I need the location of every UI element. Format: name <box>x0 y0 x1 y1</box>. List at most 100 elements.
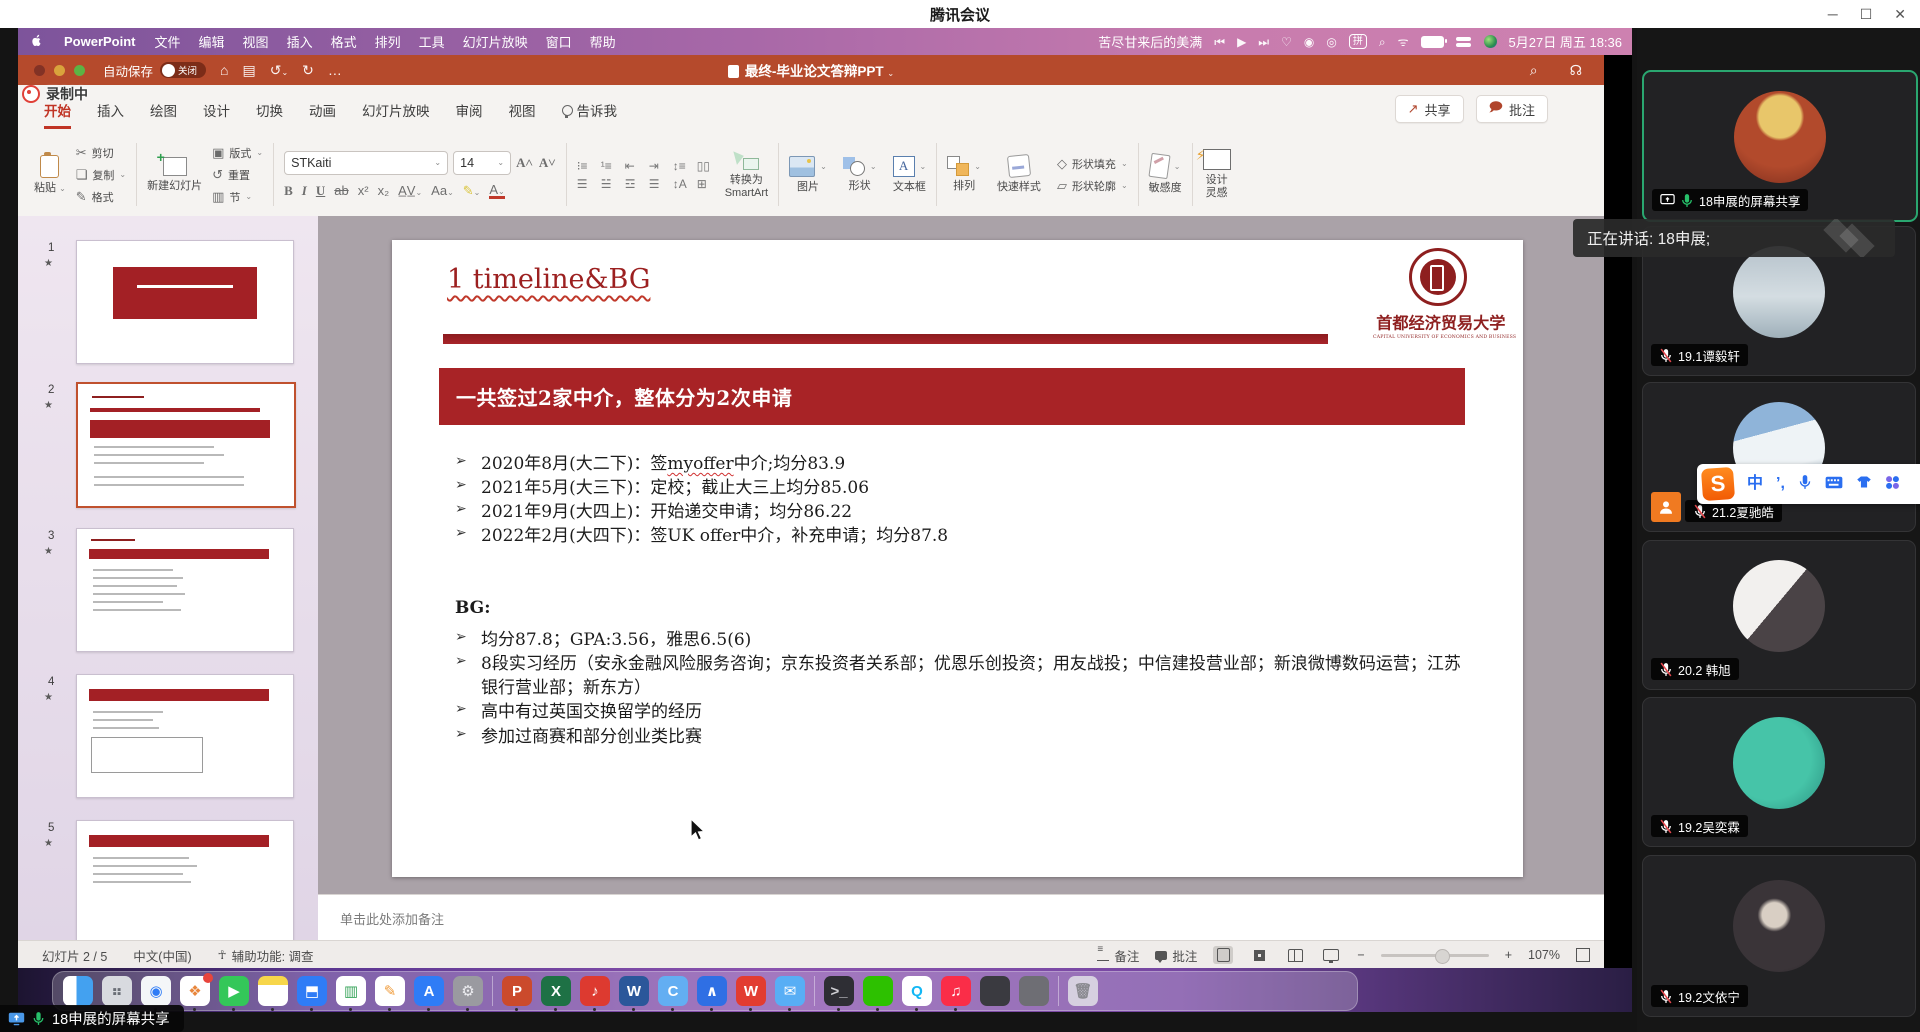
align-left-button[interactable]: ☰ <box>577 177 595 191</box>
play-icon[interactable]: ▶ <box>1237 36 1246 48</box>
align-text-button[interactable]: ⊞ <box>697 177 715 191</box>
design-ideas-button[interactable]: 设计 灵感 <box>1203 149 1231 199</box>
dock-notes-icon[interactable] <box>258 976 288 1006</box>
input-method-badge[interactable]: 拼 <box>1349 34 1367 49</box>
shrink-font-button[interactable]: A˅ <box>539 155 556 171</box>
new-slide-button[interactable]: 新建幻灯片 <box>147 157 202 193</box>
traffic-zoom[interactable] <box>74 65 85 76</box>
zoom-slider[interactable] <box>1381 954 1489 957</box>
align-center-button[interactable]: ☱ <box>601 177 619 191</box>
dock-photos-icon[interactable]: ❖ <box>180 976 210 1006</box>
ime-mode-chinese[interactable]: 中 <box>1747 476 1763 492</box>
menu-arrange[interactable]: 排列 <box>366 32 410 51</box>
tab-4[interactable]: 切换 <box>256 100 283 129</box>
reset-button[interactable]: ↺重置 <box>212 167 263 183</box>
tab-home[interactable]: 开始 <box>44 100 71 129</box>
accessibility-status[interactable]: ☥ 辅助功能: 调查 <box>218 946 314 965</box>
format-painter-button[interactable]: ✎格式 <box>76 189 126 205</box>
line-spacing-button[interactable]: ↕≡ <box>673 159 691 173</box>
dock-app-music-icon[interactable]: ♫ <box>941 976 971 1006</box>
dock-app-gray-icon[interactable] <box>1019 976 1049 1006</box>
close-button[interactable]: ✕ <box>1894 7 1906 21</box>
sogou-logo-icon[interactable]: S <box>1701 467 1735 501</box>
maximize-button[interactable]: ☐ <box>1860 7 1873 21</box>
char-spacing-button[interactable]: A̲V̲⌄ <box>398 183 422 198</box>
insert-shapes-button[interactable]: ⌄ 形状 <box>843 157 877 193</box>
tab-9[interactable]: 告诉我 <box>562 100 618 129</box>
dock-mail-icon[interactable]: ✉ <box>775 976 805 1006</box>
ime-toolbox-icon[interactable] <box>1885 475 1900 494</box>
menu-file[interactable]: 文件 <box>146 32 190 51</box>
menu-powerpoint[interactable]: PowerPoint <box>54 34 146 49</box>
tab-7[interactable]: 审阅 <box>456 100 483 129</box>
dock-caj-viewer-icon[interactable]: C <box>658 976 688 1006</box>
zoom-knob[interactable] <box>1435 949 1450 964</box>
layout-button[interactable]: ▣版式⌄ <box>212 145 263 161</box>
notes-toggle[interactable]: 备注 <box>1097 946 1139 965</box>
comments-toggle[interactable]: 批注 <box>1155 946 1197 965</box>
shape-fill-button[interactable]: ◇形状填充⌄ <box>1057 156 1128 172</box>
document-title[interactable]: 最终-毕业论文答辩PPT <box>745 64 884 79</box>
dock-app-qq-icon[interactable]: Q <box>902 976 932 1006</box>
indent-button[interactable]: ⇥ <box>649 159 667 173</box>
save-icon[interactable]: ▤ <box>242 63 255 77</box>
thumbnail-card[interactable] <box>76 528 294 652</box>
tab-8[interactable]: 视图 <box>509 100 536 129</box>
font-color-button[interactable]: A⌄ <box>489 183 504 199</box>
dock-excel-icon[interactable]: X <box>541 976 571 1006</box>
justify-button[interactable]: ☰ <box>649 177 667 191</box>
menu-help[interactable]: 帮助 <box>581 32 625 51</box>
outdent-button[interactable]: ⇤ <box>625 159 643 173</box>
paste-button[interactable]: 粘贴 ⌄ <box>34 155 66 195</box>
font-name-select[interactable]: STKaiti⌄ <box>284 151 448 175</box>
participant-tile-1[interactable]: 18申展的屏幕共享 <box>1642 70 1918 222</box>
menu-format[interactable]: 格式 <box>322 32 366 51</box>
dock-launchpad-icon[interactable]: ⠶ <box>102 976 132 1006</box>
ime-mic-icon[interactable] <box>1798 474 1812 494</box>
grow-font-button[interactable]: A˄ <box>516 155 533 171</box>
align-right-button[interactable]: ☲ <box>625 177 643 191</box>
text-direction-button[interactable]: ↕A <box>673 177 691 191</box>
autosave-toggle[interactable]: 关闭 <box>160 62 206 78</box>
menubar-clock[interactable]: 5月27日 周五 18:36 <box>1509 32 1622 51</box>
traffic-minimize[interactable] <box>54 65 65 76</box>
zoom-level[interactable]: 107% <box>1528 948 1560 962</box>
quick-styles-button[interactable]: 快速样式 <box>997 155 1041 194</box>
bullets-button[interactable]: ⁝≡ <box>577 159 595 173</box>
numbering-button[interactable]: ¹≡ <box>601 159 619 173</box>
subscript-button[interactable]: x₂ <box>378 183 390 198</box>
insert-textbox-button[interactable]: A⌄ 文本框 <box>893 156 927 194</box>
thumbnail-card[interactable] <box>76 240 294 364</box>
cut-button[interactable]: ✂剪切 <box>76 145 126 161</box>
dock-app-green-icon[interactable] <box>863 976 893 1006</box>
change-case-button[interactable]: Aa⌄ <box>431 183 454 198</box>
menu-tools[interactable]: 工具 <box>410 32 454 51</box>
thumbnail-card[interactable] <box>76 674 294 798</box>
dock-app-store-icon[interactable]: A <box>414 976 444 1006</box>
dock-app-dark-2-icon[interactable] <box>980 976 1010 1006</box>
apple-menu-icon[interactable] <box>18 33 54 51</box>
search-icon[interactable]: ⌕ <box>1530 63 1538 77</box>
notes-bar[interactable]: 单击此处添加备注 <box>318 894 1604 941</box>
prev-track-icon[interactable]: ⏮ <box>1214 36 1225 48</box>
arrange-button[interactable]: ⌄ 排列 <box>947 156 981 193</box>
dock-trash-icon[interactable]: 🗑 <box>1068 976 1098 1006</box>
traffic-close[interactable] <box>34 65 45 76</box>
zoom-out-button[interactable]: − <box>1357 948 1364 962</box>
tab-2[interactable]: 绘图 <box>150 100 177 129</box>
zoom-in-button[interactable]: + <box>1505 948 1512 962</box>
underline-button[interactable]: U <box>316 183 325 199</box>
section-button[interactable]: ▥节⌄ <box>212 189 263 205</box>
reading-view-button[interactable] <box>1285 946 1305 964</box>
dock-numbers-icon[interactable]: ▥ <box>336 976 366 1006</box>
thumbnail-card[interactable] <box>76 382 296 508</box>
control-center-icon[interactable] <box>1456 37 1472 47</box>
normal-view-button[interactable] <box>1213 946 1233 964</box>
slideshow-button[interactable] <box>1321 946 1341 964</box>
italic-button[interactable]: I <box>302 183 307 199</box>
fit-window-icon[interactable] <box>1576 948 1590 962</box>
ime-punctuation[interactable]: ’, <box>1776 476 1785 492</box>
tab-6[interactable]: 幻灯片放映 <box>362 100 430 129</box>
dock-keynote-icon[interactable]: ⬒ <box>297 976 327 1006</box>
menu-window[interactable]: 窗口 <box>537 32 581 51</box>
